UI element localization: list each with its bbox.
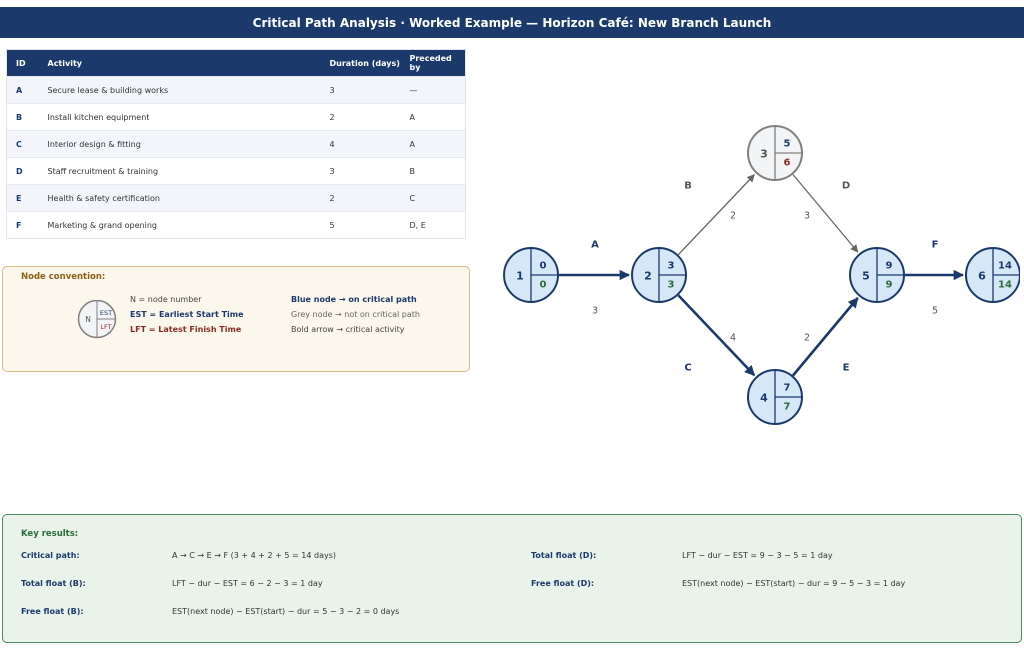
result-value-total-float-b: LFT − dur − EST = 6 − 2 − 3 = 1 day xyxy=(172,579,323,588)
convention-lft-text: LFT = Latest Finish Time xyxy=(130,325,242,334)
cell-id: C xyxy=(6,130,39,158)
table-row: C Interior design & fitting 4 A xyxy=(6,130,466,158)
cell-activity: Interior design & fitting xyxy=(38,130,321,158)
duration-label-e: 2 xyxy=(804,333,810,344)
cell-duration: 5 xyxy=(320,211,401,239)
convention-n-text: N = node number xyxy=(130,295,202,304)
activity-label-e: E xyxy=(843,363,850,374)
convention-title: Node convention: xyxy=(21,272,106,282)
cell-preceded-by: A xyxy=(400,130,466,158)
cell-preceded-by: A xyxy=(400,103,466,131)
convention-est-text: EST = Earliest Start Time xyxy=(130,310,244,319)
cell-id: F xyxy=(6,211,39,239)
node-lft: 9 xyxy=(886,280,893,291)
node-est: 0 xyxy=(540,261,547,272)
convention-bold-text: Bold arrow → critical activity xyxy=(291,325,405,334)
cell-id: B xyxy=(6,103,39,131)
table-row: A Secure lease & building works 3 — xyxy=(6,76,466,104)
node-number: 3 xyxy=(760,148,768,161)
node-lft: 3 xyxy=(668,280,675,291)
activity-label-d: D xyxy=(842,181,850,192)
node-number: 2 xyxy=(644,270,652,283)
activity-label-f: F xyxy=(932,240,939,251)
cell-duration: 2 xyxy=(320,103,401,131)
result-value-total-float-d: LFT − dur − EST = 9 − 3 − 5 = 1 day xyxy=(682,551,833,560)
activity-label-a: A xyxy=(591,240,599,251)
node-lft: 6 xyxy=(784,158,791,169)
node-4: 4 7 7 xyxy=(747,369,803,425)
convention-lft-label: LFT xyxy=(100,323,111,331)
cell-activity: Staff recruitment & training xyxy=(38,157,321,185)
header-id: ID xyxy=(6,49,39,77)
page-title: Critical Path Analysis · Worked Example … xyxy=(0,7,1024,38)
header-preceded-by: Preceded by xyxy=(400,49,466,77)
cell-id: A xyxy=(6,76,39,104)
convention-blue-text: Blue node → on critical path xyxy=(291,295,417,304)
table-header-row: ID Activity Duration (days) Preceded by xyxy=(6,49,466,77)
convention-n-label: N xyxy=(85,315,91,324)
cell-preceded-by: B xyxy=(400,157,466,185)
cell-preceded-by: — xyxy=(400,76,466,104)
convention-est-label: EST xyxy=(100,309,112,317)
cell-id: E xyxy=(6,184,39,212)
result-value-free-float-d: EST(next node) − EST(start) − dur = 9 − … xyxy=(682,579,906,588)
duration-label-f: 5 xyxy=(932,306,938,317)
node-number: 4 xyxy=(760,392,768,405)
node-number: 1 xyxy=(516,270,524,283)
node-est: 9 xyxy=(886,261,893,272)
result-label-total-float-d: Total float (D): xyxy=(531,551,597,560)
cell-activity: Install kitchen equipment xyxy=(38,103,321,131)
result-value-free-float-b: EST(next node) − EST(start) − dur = 5 − … xyxy=(172,607,400,616)
node-est: 7 xyxy=(784,383,791,394)
result-label-total-float-b: Total float (B): xyxy=(21,579,86,588)
node-number: 6 xyxy=(978,270,986,283)
cell-preceded-by: C xyxy=(400,184,466,212)
cell-activity: Marketing & grand opening xyxy=(38,211,321,239)
cell-duration: 3 xyxy=(320,76,401,104)
duration-label-c: 4 xyxy=(730,333,736,344)
duration-label-a: 3 xyxy=(592,306,598,317)
node-6: 6 14 14 xyxy=(965,247,1020,303)
cell-preceded-by: D, E xyxy=(400,211,466,239)
cell-activity: Health & safety certification xyxy=(38,184,321,212)
cell-duration: 2 xyxy=(320,184,401,212)
cell-duration: 4 xyxy=(320,130,401,158)
node-number: 5 xyxy=(862,270,870,283)
node-convention-icon: N EST LFT xyxy=(77,300,117,339)
node-est: 14 xyxy=(998,261,1012,272)
node-lft: 0 xyxy=(540,280,547,291)
node-est: 3 xyxy=(668,261,675,272)
result-label-critical-path: Critical path: xyxy=(21,551,80,560)
activity-table: ID Activity Duration (days) Preceded by … xyxy=(6,49,466,239)
duration-label-d: 3 xyxy=(804,211,810,222)
table-row: D Staff recruitment & training 3 B xyxy=(6,157,466,185)
activity-label-c: C xyxy=(684,363,691,374)
result-value-critical-path: A → C → E → F (3 + 4 + 2 + 5 = 14 days) xyxy=(172,551,336,560)
node-lft: 14 xyxy=(998,280,1012,291)
table-row: E Health & safety certification 2 C xyxy=(6,184,466,212)
node-convention-panel: Node convention: N EST LFT N = node numb… xyxy=(2,266,470,372)
node-est: 5 xyxy=(784,139,791,150)
result-label-free-float-b: Free float (B): xyxy=(21,607,84,616)
cell-duration: 3 xyxy=(320,157,401,185)
key-results-panel: Key results: Critical path: A → C → E → … xyxy=(2,514,1022,643)
node-1: 1 0 0 xyxy=(503,247,559,303)
header-activity: Activity xyxy=(38,49,321,77)
node-5: 5 9 9 xyxy=(849,247,905,303)
node-lft: 7 xyxy=(784,402,791,413)
result-label-free-float-d: Free float (D): xyxy=(531,579,595,588)
convention-grey-text: Grey node → not on critical path xyxy=(291,310,420,319)
results-title: Key results: xyxy=(21,529,79,539)
activity-label-b: B xyxy=(684,181,692,192)
node-3: 3 5 6 xyxy=(747,125,803,181)
cell-activity: Secure lease & building works xyxy=(38,76,321,104)
table-row: F Marketing & grand opening 5 D, E xyxy=(6,211,466,239)
header-duration: Duration (days) xyxy=(320,49,401,77)
duration-label-b: 2 xyxy=(730,211,736,222)
cell-id: D xyxy=(6,157,39,185)
critical-path-network: A 3 B 2 C 4 D 3 E 2 F 5 1 0 0 2 3 3 3 5 6 4 7 7 5 9 9 6 14 14 xyxy=(503,125,1020,425)
node-2: 2 3 3 xyxy=(631,247,687,303)
table-row: B Install kitchen equipment 2 A xyxy=(6,103,466,131)
